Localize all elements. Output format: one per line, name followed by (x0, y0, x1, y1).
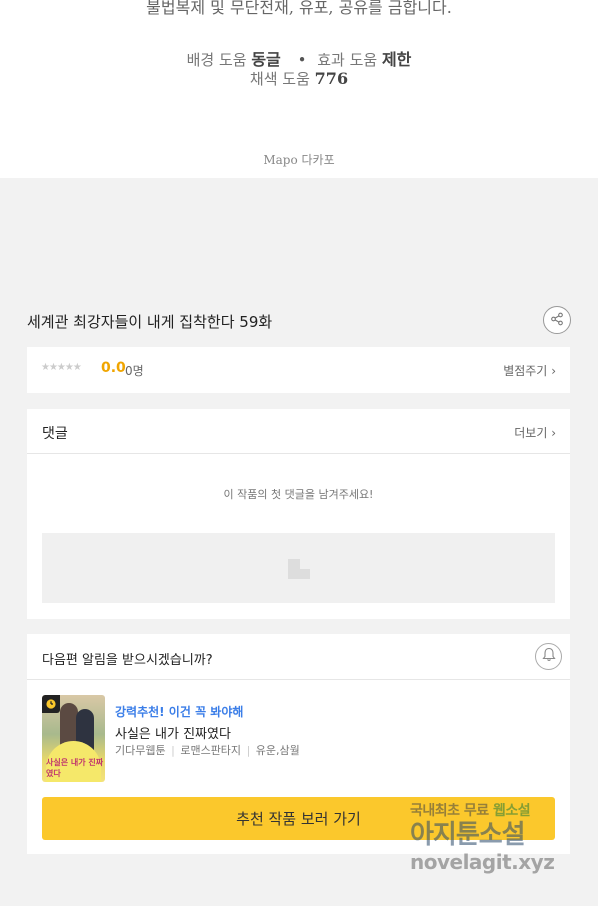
clock-icon (42, 695, 60, 713)
rating-score: 0.0 (101, 360, 126, 376)
rate-link-label: 별점주기 (503, 364, 548, 378)
publisher: Mapo 다카포 (263, 153, 335, 167)
bg-help-label: 배경 도움 (186, 51, 247, 69)
comments-more-link[interactable]: 더보기 › (514, 424, 556, 441)
credits-row-1: 배경 도움 동글 • 효과 도움 제한 (0, 46, 598, 70)
bell-icon (541, 647, 556, 666)
comments-empty-message: 이 작품의 첫 댓글을 남겨주세요! (223, 488, 374, 501)
recommend-label: 강력추천! 이건 꼭 봐야해 (115, 705, 244, 719)
comments-title: 댓글 (42, 426, 68, 442)
watermark: 국내최초 무료 웹소설 아지툰소설 novelagit.xyz (410, 800, 590, 874)
rate-link[interactable]: 별점주기 › (503, 362, 556, 379)
share-icon (550, 311, 564, 330)
chevron-right-icon: › (551, 364, 556, 378)
recommend-meta: 기다무웹툰 | 로맨스판타지 | 유운,삼월 (115, 742, 300, 758)
meta-separator: | (246, 744, 251, 757)
rating-stars: ★★★★★ (41, 362, 82, 373)
bg-help-name: 동글 (251, 50, 281, 69)
credits-section: 불법복제 및 무단전재, 유포, 공유를 금합니다. 배경 도움 동글 • 효과… (0, 0, 598, 178)
watermark-line-2: 아지툰소설 (410, 820, 526, 850)
chevron-right-icon: › (551, 426, 556, 440)
notify-header: 다음편 알림을 받으시겠습니까? (27, 634, 570, 680)
recommend-title[interactable]: 사실은 내가 진짜였다 (115, 723, 231, 742)
fx-help-name: 제한 (381, 50, 412, 69)
watermark-line-1: 국내최초 무료 웹소설 (410, 803, 531, 819)
notify-question: 다음편 알림을 받으시겠습니까? (42, 653, 213, 668)
color-help-label: 채색 도움 (249, 70, 310, 88)
watermark-line-3: novelagit.xyz (410, 850, 555, 874)
color-help-name: 776 (314, 69, 349, 88)
notify-bell-button[interactable] (535, 643, 562, 670)
recommend-thumbnail[interactable]: 사실은 내가 진짜였다 (42, 695, 105, 782)
recommend-authors: 유운,삼월 (255, 744, 300, 757)
recommend-category: 기다무웹툰 (115, 744, 166, 757)
comments-header: 댓글 더보기 › (27, 409, 570, 454)
rating-count: 0명 (125, 364, 144, 378)
episode-title: 세계관 최강자들이 내게 집착한다 59화 (27, 313, 273, 331)
thumbnail-title: 사실은 내가 진짜였다 (46, 758, 104, 778)
credits-row-2: 채색 도움 776 (0, 68, 598, 89)
share-button[interactable] (543, 306, 571, 334)
comments-card: 댓글 더보기 › 이 작품의 첫 댓글을 남겨주세요! (27, 409, 570, 619)
recommend-genre: 로맨스판타지 (180, 744, 242, 757)
meta-separator: | (171, 744, 175, 757)
copyright-notice: 불법복제 및 무단전재, 유포, 공유를 금합니다. (146, 0, 452, 17)
comments-more-label: 더보기 (514, 426, 548, 440)
ad-placeholder[interactable] (42, 533, 555, 603)
separator-dot: • (297, 51, 307, 69)
rating-card: ★★★★★ 0.0 0명 별점주기 › (27, 347, 570, 393)
image-placeholder-icon (288, 559, 310, 579)
fx-help-label: 효과 도움 (317, 51, 378, 69)
